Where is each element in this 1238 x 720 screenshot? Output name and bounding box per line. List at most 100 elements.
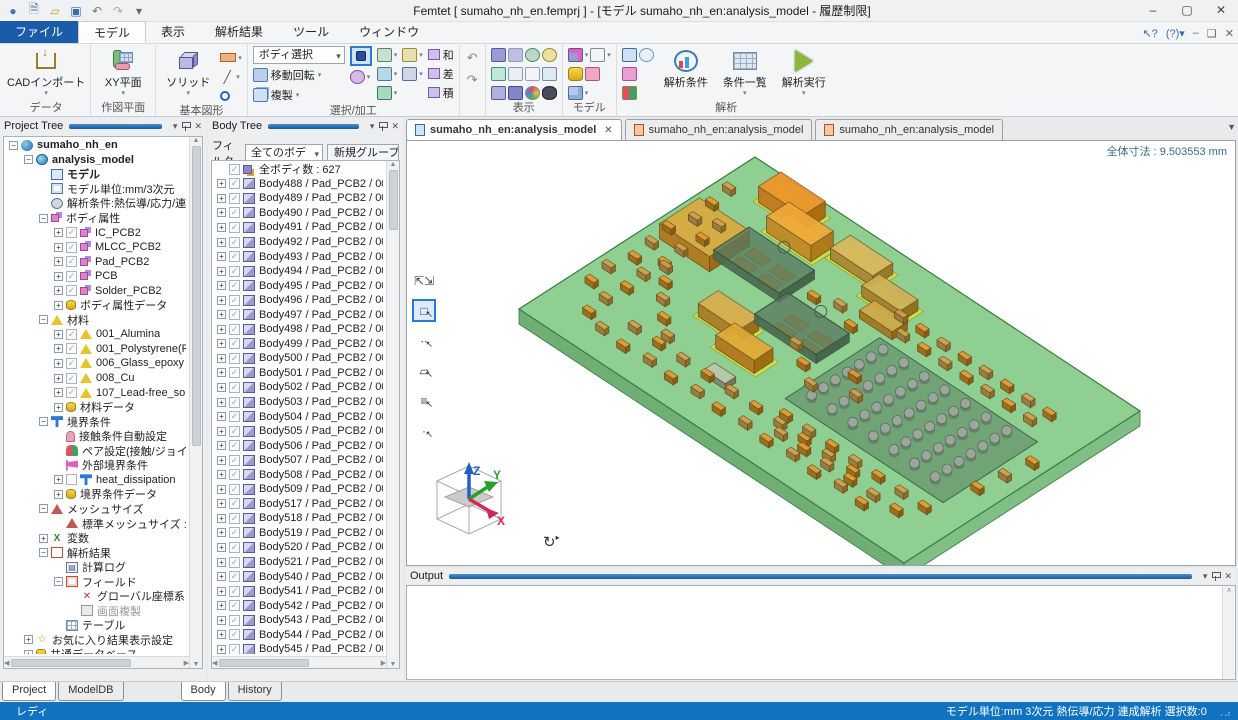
- guide-icon[interactable]: [590, 48, 605, 62]
- expand-icon[interactable]: +: [54, 388, 63, 397]
- visibility-checkbox[interactable]: ✓: [229, 600, 240, 611]
- visibility-checkbox[interactable]: ✓: [229, 309, 240, 320]
- body-tree-row[interactable]: +✓Body496 / Pad_PCB2 / 008_Cu: [213, 293, 385, 308]
- rotate-view-icon[interactable]: ↻▸: [543, 533, 560, 551]
- collapse-icon[interactable]: −: [24, 155, 33, 164]
- project-tree-item[interactable]: +✓Pad_PCB2: [5, 254, 188, 269]
- document-tab[interactable]: sumaho_nh_en:analysis_model: [815, 119, 1003, 140]
- panel-close-icon[interactable]: ✕: [391, 121, 399, 132]
- visibility-checkbox[interactable]: ✓: [229, 542, 240, 553]
- project-tree-item[interactable]: +共通データベース: [5, 647, 188, 654]
- panel-menu-icon[interactable]: ▾: [1203, 571, 1208, 582]
- body-tree-row[interactable]: +✓Body500 / Pad_PCB2 / 008_Cu: [213, 351, 385, 366]
- project-tree-item[interactable]: ✕グローバル座標系: [5, 589, 188, 604]
- visibility-checkbox[interactable]: ✓: [229, 237, 240, 248]
- expand-icon[interactable]: +: [54, 330, 63, 339]
- app-logo-icon[interactable]: ●: [4, 2, 22, 20]
- visibility-checkbox[interactable]: ✓: [229, 382, 240, 393]
- expand-icon[interactable]: +: [217, 427, 226, 436]
- coil-condition-icon[interactable]: [622, 48, 637, 62]
- expand-icon[interactable]: +: [217, 485, 226, 494]
- project-tree-item[interactable]: +✓IC_PCB2: [5, 225, 188, 240]
- expand-icon[interactable]: +: [54, 344, 63, 353]
- panel-grab-bar[interactable]: [449, 574, 1192, 579]
- collapse-icon[interactable]: −: [39, 548, 48, 557]
- fit-view-icon[interactable]: ⇱⇲: [412, 269, 436, 292]
- expand-icon[interactable]: +: [217, 616, 226, 625]
- expand-icon[interactable]: +: [54, 374, 63, 383]
- visibility-checkbox[interactable]: ✓: [66, 329, 77, 340]
- body-panel-tab-body[interactable]: Body: [181, 682, 226, 701]
- project-tree-item[interactable]: +✓PCB: [5, 269, 188, 284]
- menu-tab-1[interactable]: モデル: [78, 21, 146, 43]
- project-tree-item[interactable]: +✓001_Alumina: [5, 327, 188, 342]
- collapse-icon[interactable]: −: [54, 577, 63, 586]
- body-tree-row[interactable]: +✓Body507 / Pad_PCB2 / 008_Cu: [213, 453, 385, 468]
- body-tree-row[interactable]: +✓Body497 / Pad_PCB2 / 008_Cu: [213, 307, 385, 322]
- menu-tab-file[interactable]: ファイル: [0, 21, 78, 43]
- undo-icon[interactable]: ↶: [88, 2, 106, 20]
- visibility-checkbox[interactable]: [66, 474, 77, 485]
- shade-top-icon[interactable]: [542, 48, 557, 62]
- expand-icon[interactable]: +: [217, 296, 226, 305]
- visibility-checkbox[interactable]: ✓: [229, 193, 240, 204]
- restore-doc-icon[interactable]: ❏: [1207, 27, 1217, 40]
- project-tree-item[interactable]: +✓001_Polystyrene(PS): [5, 342, 188, 357]
- expand-icon[interactable]: +: [54, 301, 63, 310]
- minimize-button[interactable]: –: [1136, 0, 1170, 21]
- visibility-checkbox[interactable]: ✓: [229, 222, 240, 233]
- body-paste-icon[interactable]: [350, 70, 365, 84]
- body-tree-row[interactable]: +✓Body509 / Pad_PCB2 / 008_Cu: [213, 482, 385, 497]
- visibility-checkbox[interactable]: ✓: [229, 469, 240, 480]
- expand-icon[interactable]: +: [217, 194, 226, 203]
- expand-icon[interactable]: +: [217, 354, 226, 363]
- body-tree-row[interactable]: +✓Body494 / Pad_PCB2 / 008_Cu: [213, 264, 385, 279]
- body-tree-row[interactable]: +✓Body499 / Pad_PCB2 / 008_Cu: [213, 337, 385, 352]
- project-tree-item[interactable]: −analysis_model: [5, 153, 188, 168]
- project-tree-item[interactable]: +X変数: [5, 531, 188, 546]
- expand-icon[interactable]: +: [217, 398, 226, 407]
- visibility-checkbox[interactable]: ✓: [229, 498, 240, 509]
- document-tab[interactable]: sumaho_nh_en:analysis_model: [625, 119, 813, 140]
- body-tree-row[interactable]: +✓Body520 / Pad_PCB2 / 008_Cu: [213, 540, 385, 555]
- measure-icon[interactable]: [402, 48, 417, 62]
- visibility-checkbox[interactable]: ✓: [229, 615, 240, 626]
- project-tree-item[interactable]: −境界条件: [5, 414, 188, 429]
- chamfer-icon[interactable]: [377, 48, 392, 62]
- line-tool-icon[interactable]: ╱: [220, 71, 234, 83]
- visibility-checkbox[interactable]: ✓: [229, 324, 240, 335]
- open-file-icon[interactable]: ▱: [46, 2, 64, 20]
- expand-icon[interactable]: +: [39, 534, 48, 543]
- visibility-checkbox[interactable]: ✓: [66, 358, 77, 369]
- duplicate-button[interactable]: 複製▾: [253, 86, 300, 104]
- visibility-checkbox[interactable]: ✓: [229, 164, 240, 175]
- body-tree-row[interactable]: +✓Body492 / Pad_PCB2 / 008_Cu: [213, 235, 385, 250]
- visibility-checkbox[interactable]: ✓: [229, 397, 240, 408]
- body-tree-row[interactable]: +✓Body517 / Pad_PCB2 / 008_Cu: [213, 497, 385, 512]
- expand-icon[interactable]: +: [217, 238, 226, 247]
- rings-condition-icon[interactable]: [639, 48, 654, 62]
- collapse-icon[interactable]: −: [39, 315, 48, 324]
- body-tree-row[interactable]: +✓Body545 / Pad_PCB2 / 008_Cu: [213, 642, 385, 654]
- visibility-checkbox[interactable]: ✓: [66, 285, 77, 296]
- project-tree-item[interactable]: 外部境界条件: [5, 458, 188, 473]
- project-tree-item[interactable]: +✓006_Glass_epoxy: [5, 356, 188, 371]
- panel-menu-icon[interactable]: ▾: [370, 121, 375, 132]
- show-group-icon[interactable]: [491, 86, 506, 100]
- project-tree-item[interactable]: +✓Solder_PCB2: [5, 283, 188, 298]
- project-tree-vscrollbar[interactable]: ▲▼: [189, 137, 202, 668]
- project-tree-item[interactable]: モデル単位:mm/3次元: [5, 182, 188, 197]
- collapse-icon[interactable]: −: [39, 417, 48, 426]
- project-tree-item[interactable]: テーブル: [5, 618, 188, 633]
- project-tree-hscrollbar[interactable]: ◀▶: [4, 656, 189, 668]
- model-viewport[interactable]: 全体寸法 : 9.503553 mm ⇱⇲□↖∙∙↖▱↖≡↖·↖ Z Y: [406, 140, 1236, 566]
- condition-list-button[interactable]: 条件一覧▾: [718, 46, 772, 101]
- project-tree-item[interactable]: −メッシュサイズ: [5, 502, 188, 517]
- wireframe-icon[interactable]: [525, 67, 540, 81]
- body-tree-vscrollbar[interactable]: ▲▼: [386, 161, 399, 668]
- extrude-icon[interactable]: [402, 67, 417, 81]
- help-icon[interactable]: (?)▾: [1166, 27, 1185, 40]
- body-tree-row[interactable]: +✓Body521 / Pad_PCB2 / 008_Cu: [213, 555, 385, 570]
- move-rotate-button[interactable]: 移動回転▾: [253, 66, 322, 84]
- visibility-checkbox[interactable]: ✓: [229, 178, 240, 189]
